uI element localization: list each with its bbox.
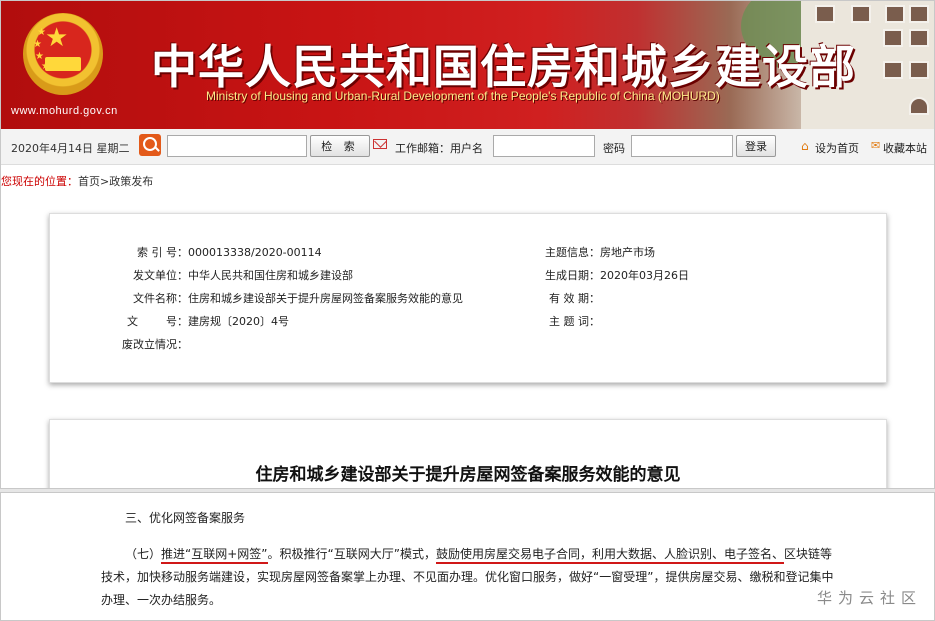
national-emblem-icon: ★ ★ ★ ★ ★ bbox=[23, 13, 103, 95]
home-icon: ⌂ bbox=[801, 139, 809, 153]
breadcrumb-prefix: 您现在的位置： bbox=[1, 175, 78, 188]
bookmark-link[interactable]: 收藏本站 bbox=[883, 140, 927, 156]
meta-keywords: 主 题 词： bbox=[540, 313, 600, 329]
meta-key: 主 题 词： bbox=[549, 315, 600, 328]
meta-issuer: 发文单位：中华人民共和国住房和城乡建设部 bbox=[120, 267, 353, 283]
site-title: 中华人民共和国住房和城乡建设部 bbox=[151, 40, 856, 94]
building-window bbox=[815, 5, 835, 23]
meta-value: 000013338/2020-00114 bbox=[188, 246, 322, 259]
meta-file-name: 文件名称：住房和城乡建设部关于提升房屋网签备案服务效能的意见 bbox=[120, 290, 463, 306]
meta-value: 2020年03月26日 bbox=[600, 269, 689, 282]
meta-key: 主题信息： bbox=[545, 246, 600, 259]
meta-validity: 有 效 期： bbox=[540, 290, 600, 306]
building-window bbox=[909, 5, 929, 23]
document-metadata-card: 索 引 号：000013338/2020-00114 发文单位：中华人民共和国住… bbox=[49, 213, 887, 383]
meta-doc-no: 文 号：建房规〔2020〕4号 bbox=[120, 313, 289, 329]
building-window bbox=[883, 61, 903, 79]
mail-icon bbox=[373, 139, 387, 149]
star-icon: ★ bbox=[33, 39, 42, 50]
search-input[interactable] bbox=[167, 135, 307, 157]
star-icon: ★ bbox=[45, 23, 69, 53]
meta-effective-date: 生成日期：2020年03月26日 bbox=[540, 267, 689, 283]
bookmark-icon: ✉ bbox=[871, 139, 881, 152]
paragraph-number: （七） bbox=[125, 547, 162, 561]
password-label: 密码 bbox=[603, 142, 625, 155]
breadcrumb-path[interactable]: 首页>政策发布 bbox=[78, 175, 153, 188]
highlighted-text: 鼓励使用房屋交易电子合同，利用大数据、人脸识别、电子签 bbox=[435, 547, 760, 564]
building-window bbox=[909, 61, 929, 79]
meta-key: 有 效 期： bbox=[549, 292, 600, 305]
login-username-label: 工作邮箱：用户名 bbox=[395, 142, 483, 155]
breadcrumb: 您现在的位置：首页>政策发布 bbox=[1, 173, 153, 189]
site-banner: ★ ★ ★ ★ ★ www.mohurd.gov.cn 中华人民共和国住房和城乡… bbox=[1, 1, 934, 129]
document-title: 住房和城乡建设部关于提升房屋网签备案服务效能的意见 bbox=[255, 465, 681, 485]
login-button[interactable]: 登录 bbox=[736, 135, 776, 157]
search-button[interactable]: 检 索 bbox=[310, 135, 370, 157]
document-title-card: 住房和城乡建设部关于提升房屋网签备案服务效能的意见 bbox=[49, 419, 887, 488]
star-icon: ★ bbox=[37, 27, 46, 38]
top-screenshot-panel: ★ ★ ★ ★ ★ www.mohurd.gov.cn 中华人民共和国住房和城乡… bbox=[0, 0, 935, 489]
meta-key: 废改立情况： bbox=[122, 338, 188, 351]
meta-value: 中华人民共和国住房和城乡建设部 bbox=[188, 269, 353, 282]
meta-value: 建房规〔2020〕4号 bbox=[188, 315, 289, 328]
username-input[interactable] bbox=[493, 135, 595, 157]
meta-key: 发文单位： bbox=[133, 269, 188, 282]
section-heading: 三、优化网签备案服务 bbox=[125, 511, 246, 525]
meta-value: 房地产市场 bbox=[600, 246, 655, 259]
bottom-screenshot-panel: 三、优化网签备案服务 （七）推进“互联网+网签”。积极推行“互联网大厅”模式，鼓… bbox=[0, 492, 935, 621]
site-url: www.mohurd.gov.cn bbox=[11, 105, 118, 117]
building-window bbox=[909, 97, 929, 115]
meta-key: 索 引 号： bbox=[137, 246, 188, 259]
meta-index-no: 索 引 号：000013338/2020-00114 bbox=[120, 244, 322, 260]
building-window bbox=[851, 5, 871, 23]
top-toolbar: 2020年4月14日 星期二 检 索 工作邮箱：用户名 密码 登录 ⌂ 设为首页… bbox=[1, 129, 934, 165]
body-paragraph: （七）推进“互联网+网签”。积极推行“互联网大厅”模式，鼓励使用房屋交易电子合同… bbox=[101, 543, 841, 612]
building-window bbox=[909, 29, 929, 47]
password-input[interactable] bbox=[631, 135, 733, 157]
building-window bbox=[885, 5, 905, 23]
building-window bbox=[883, 29, 903, 47]
meta-key: 文件名称： bbox=[133, 292, 188, 305]
highlighted-text: 推进“互联网+网签” bbox=[161, 547, 268, 564]
watermark: 华为云社区 bbox=[816, 589, 922, 607]
search-icon[interactable] bbox=[139, 134, 161, 156]
set-homepage-link[interactable]: 设为首页 bbox=[815, 140, 859, 156]
meta-topic: 主题信息：房地产市场 bbox=[540, 244, 655, 260]
current-date: 2020年4月14日 星期二 bbox=[11, 142, 130, 155]
highlighted-text: 名、 bbox=[759, 547, 784, 564]
meta-key: 生成日期： bbox=[545, 269, 600, 282]
paragraph-text: 。积极推行“互联网大厅”模式， bbox=[267, 547, 436, 561]
meta-repeal: 废改立情况： bbox=[120, 336, 188, 352]
meta-key: 文 号： bbox=[127, 315, 188, 328]
tiananmen-gate-icon bbox=[45, 57, 81, 71]
meta-value: 住房和城乡建设部关于提升房屋网签备案服务效能的意见 bbox=[188, 292, 463, 305]
site-subtitle: Ministry of Housing and Urban-Rural Deve… bbox=[206, 89, 720, 103]
